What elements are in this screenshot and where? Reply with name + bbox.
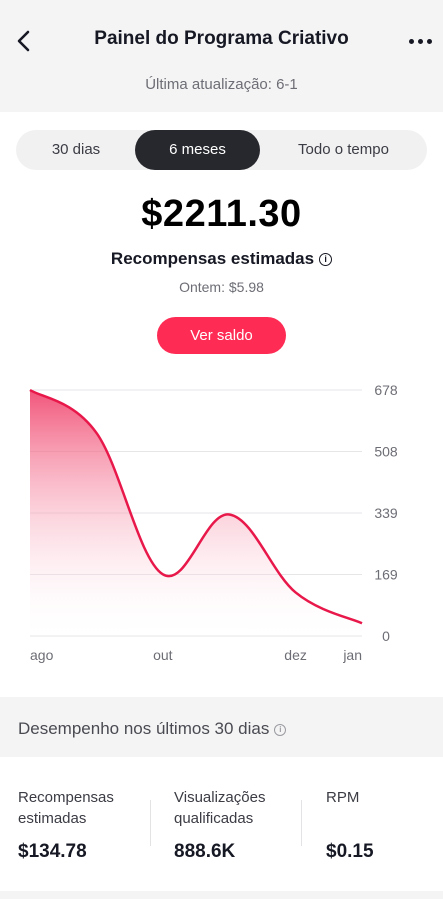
metric-divider bbox=[150, 800, 151, 846]
last-updated-text: Última atualização: 6-1 bbox=[145, 76, 298, 93]
performance-title-text: Desempenho nos últimos 30 dias bbox=[18, 719, 270, 738]
rewards-chart: 678 508 339 169 0 ago out dez jan bbox=[29, 382, 398, 663]
yesterday-rewards: Ontem: $5.98 bbox=[179, 279, 264, 295]
x-tick-label: dez bbox=[284, 647, 307, 663]
metric-value-rewards: $134.78 bbox=[18, 841, 87, 862]
tab-todo-o-tempo[interactable]: Todo o tempo bbox=[260, 130, 427, 170]
info-icon[interactable]: i bbox=[319, 253, 333, 266]
x-tick-label: jan bbox=[342, 647, 362, 663]
performance-title: Desempenho nos últimos 30 dias i bbox=[18, 719, 287, 739]
view-balance-button[interactable]: Ver saldo bbox=[157, 317, 286, 354]
metric-label-line: estimadas bbox=[18, 810, 87, 827]
x-tick-label: ago bbox=[30, 647, 54, 663]
period-selector: 30 dias 6 meses Todo o tempo bbox=[16, 130, 427, 170]
metric-label-line: Visualizações bbox=[174, 789, 266, 806]
metric-value-views: 888.6K bbox=[174, 841, 236, 862]
bottom-divider bbox=[0, 891, 443, 899]
metric-divider bbox=[301, 800, 302, 846]
metric-label-rewards: Recompensas estimadas bbox=[18, 787, 114, 829]
metric-label-rpm: RPM bbox=[326, 787, 359, 808]
metric-label-line: qualificadas bbox=[174, 810, 254, 827]
total-rewards-amount: $2211.30 bbox=[141, 193, 302, 235]
estimated-rewards-label: Recompensas estimadas i bbox=[0, 249, 443, 269]
y-tick-label: 508 bbox=[374, 444, 398, 460]
header-bar: Painel do Programa Criativo Última atual… bbox=[0, 0, 443, 112]
y-tick-label: 0 bbox=[382, 628, 390, 644]
metric-label-line: Recompensas bbox=[18, 789, 114, 806]
y-tick-label: 339 bbox=[374, 505, 398, 521]
tab-30-dias[interactable]: 30 dias bbox=[16, 130, 136, 170]
y-tick-label: 678 bbox=[374, 382, 398, 398]
tab-6-meses[interactable]: 6 meses bbox=[135, 130, 260, 170]
page-title: Painel do Programa Criativo bbox=[94, 28, 349, 49]
metric-value-rpm: $0.15 bbox=[326, 841, 374, 862]
y-tick-label: 169 bbox=[374, 567, 398, 583]
metric-label-views: Visualizações qualificadas bbox=[174, 787, 265, 829]
estimated-rewards-text: Recompensas estimadas bbox=[110, 249, 315, 268]
performance-info-icon[interactable]: i bbox=[274, 724, 287, 736]
x-tick-label: out bbox=[153, 647, 173, 663]
more-options-icon[interactable] bbox=[405, 30, 435, 52]
metric-label-line: RPM bbox=[326, 789, 360, 806]
